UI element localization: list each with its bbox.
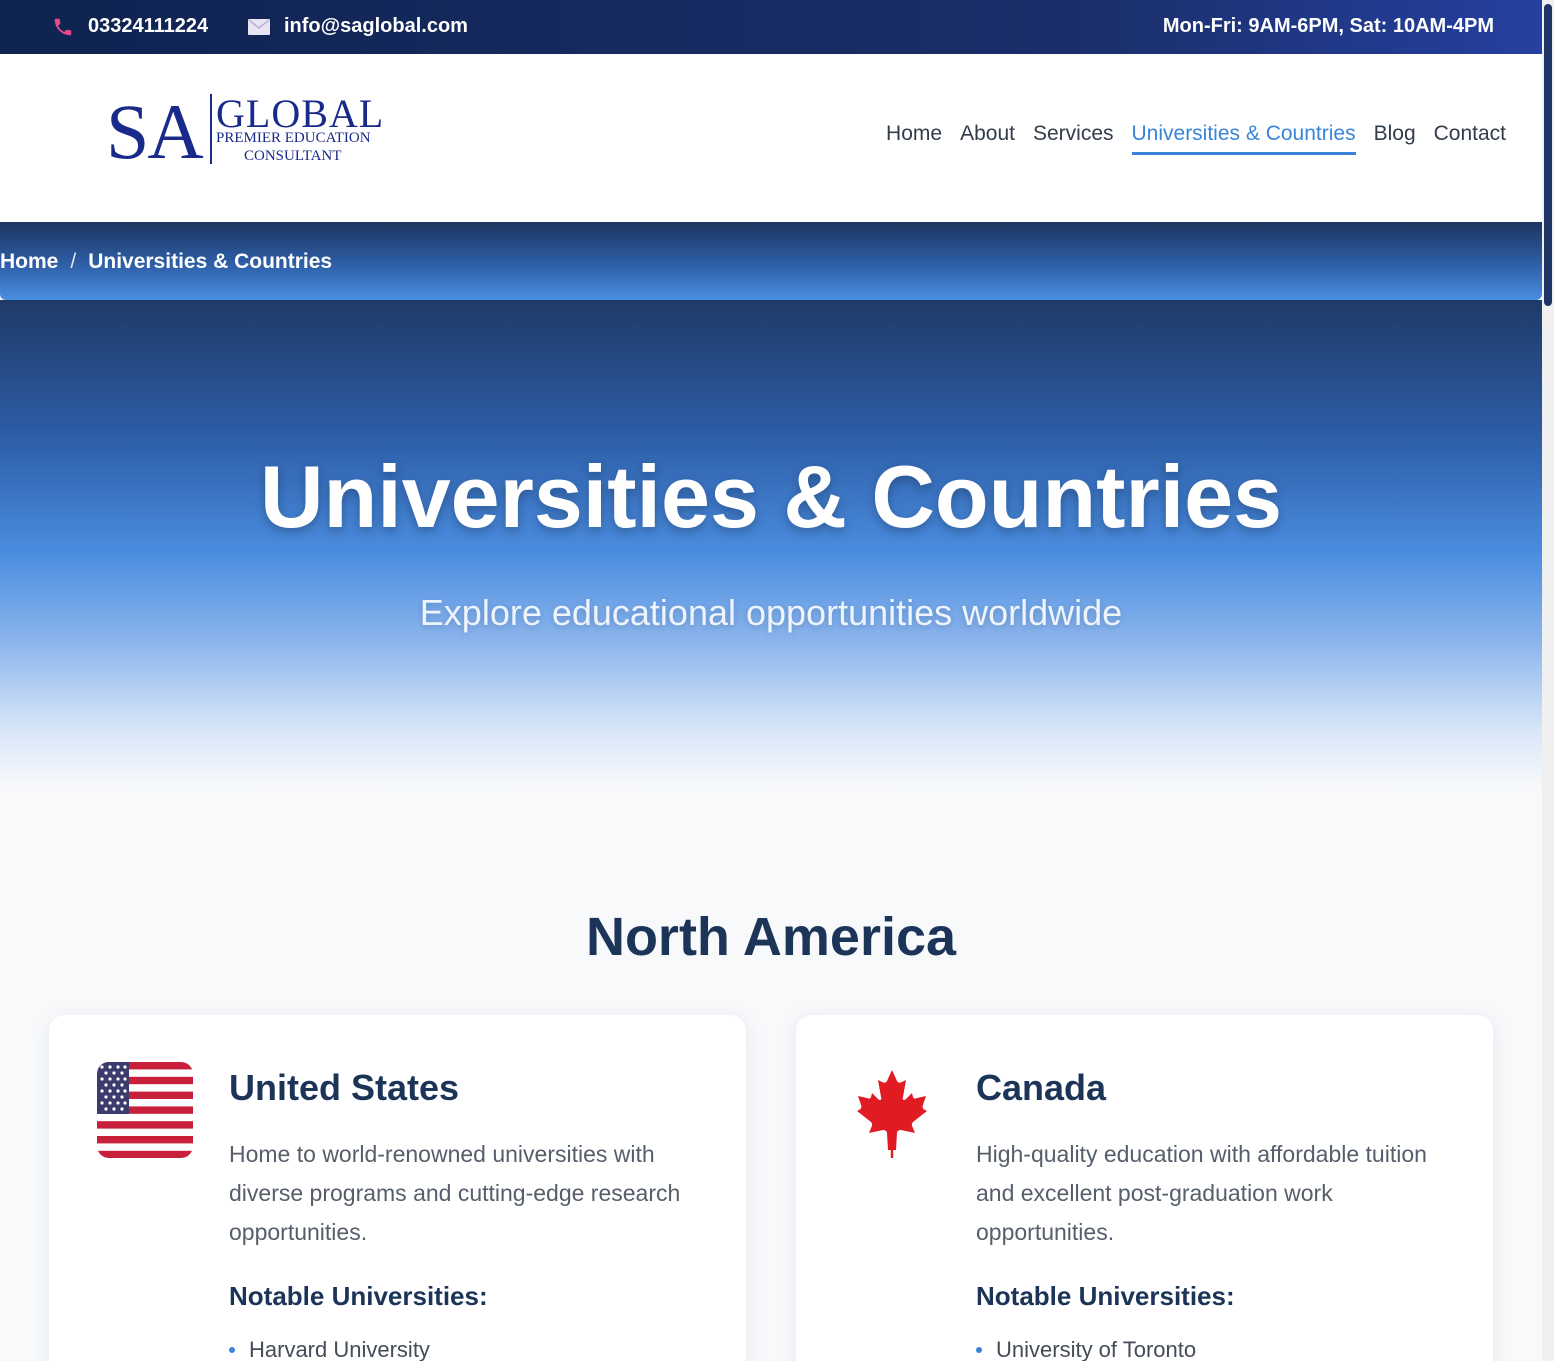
logo-sa: SA	[106, 88, 204, 175]
bullet-icon	[229, 1347, 235, 1353]
nav-home[interactable]: Home	[886, 122, 942, 155]
email-address: info@saglobal.com	[284, 15, 468, 37]
phone-contact[interactable]: 03324111224	[52, 15, 208, 38]
notable-universities-label: Notable Universities:	[976, 1281, 1235, 1311]
logo-global: GLOBAL	[216, 91, 385, 136]
nav-about[interactable]: About	[960, 122, 1015, 155]
country-card-us[interactable]: United States Home to world-renowned uni…	[49, 1015, 746, 1361]
logo-tagline-1: PREMIER EDUCATION	[216, 130, 371, 146]
top-info-bar: 03324111224 info@saglobal.com Mon-Fri: 9…	[0, 0, 1542, 54]
nav-contact[interactable]: Contact	[1434, 122, 1506, 155]
country-name: Canada	[976, 1067, 1107, 1108]
country-card-canada[interactable]: Canada High-quality education with affor…	[796, 1015, 1493, 1361]
site-logo[interactable]: SA GLOBAL PREMIER EDUCATION CONSULTANT	[106, 88, 383, 175]
page-title: Universities & Countries	[259, 447, 1283, 546]
business-hours: Mon-Fri: 9AM-6PM, Sat: 10AM-4PM	[1162, 15, 1494, 37]
logo-divider	[210, 94, 212, 164]
hero-banner: Universities & Countries Explore educati…	[0, 300, 1542, 786]
notable-universities-label: Notable Universities:	[229, 1281, 488, 1311]
breadcrumb-separator: /	[70, 250, 77, 273]
list-item: University of Toronto	[976, 1337, 1196, 1361]
maple-leaf-icon	[857, 1070, 927, 1158]
breadcrumb-current: Universities & Countries	[88, 250, 333, 273]
university-list: Harvard University	[229, 1337, 430, 1361]
main-nav: Home About Services Universities & Count…	[886, 122, 1506, 155]
scrollbar-thumb[interactable]	[1544, 4, 1552, 306]
university-name: University of Toronto	[996, 1337, 1197, 1361]
envelope-icon	[248, 18, 270, 35]
hero-subtitle: Explore educational opportunities worldw…	[419, 592, 1123, 633]
page-scrollbar[interactable]	[1542, 0, 1554, 1361]
nav-services[interactable]: Services	[1033, 122, 1114, 155]
list-item: Harvard University	[229, 1337, 430, 1361]
phone-icon	[54, 18, 72, 35]
university-name: Harvard University	[249, 1337, 430, 1361]
logo-tagline-2: CONSULTANT	[244, 148, 342, 164]
phone-number: 03324111224	[88, 15, 209, 37]
email-contact[interactable]: info@saglobal.com	[248, 15, 468, 38]
breadcrumb: Home / Universities & Countries	[0, 222, 1542, 300]
nav-universities-countries[interactable]: Universities & Countries	[1131, 122, 1356, 155]
nav-blog[interactable]: Blog	[1374, 122, 1416, 155]
breadcrumb-home[interactable]: Home	[0, 250, 58, 274]
country-name: United States	[229, 1067, 460, 1108]
country-description: High-quality education with affordable t…	[976, 1141, 1427, 1245]
country-description: Home to world-renowned universities with…	[229, 1141, 681, 1245]
us-flag-icon	[97, 1062, 193, 1158]
university-list: University of Toronto	[976, 1337, 1196, 1361]
section-title: North America	[585, 907, 957, 967]
bullet-icon	[976, 1347, 982, 1353]
